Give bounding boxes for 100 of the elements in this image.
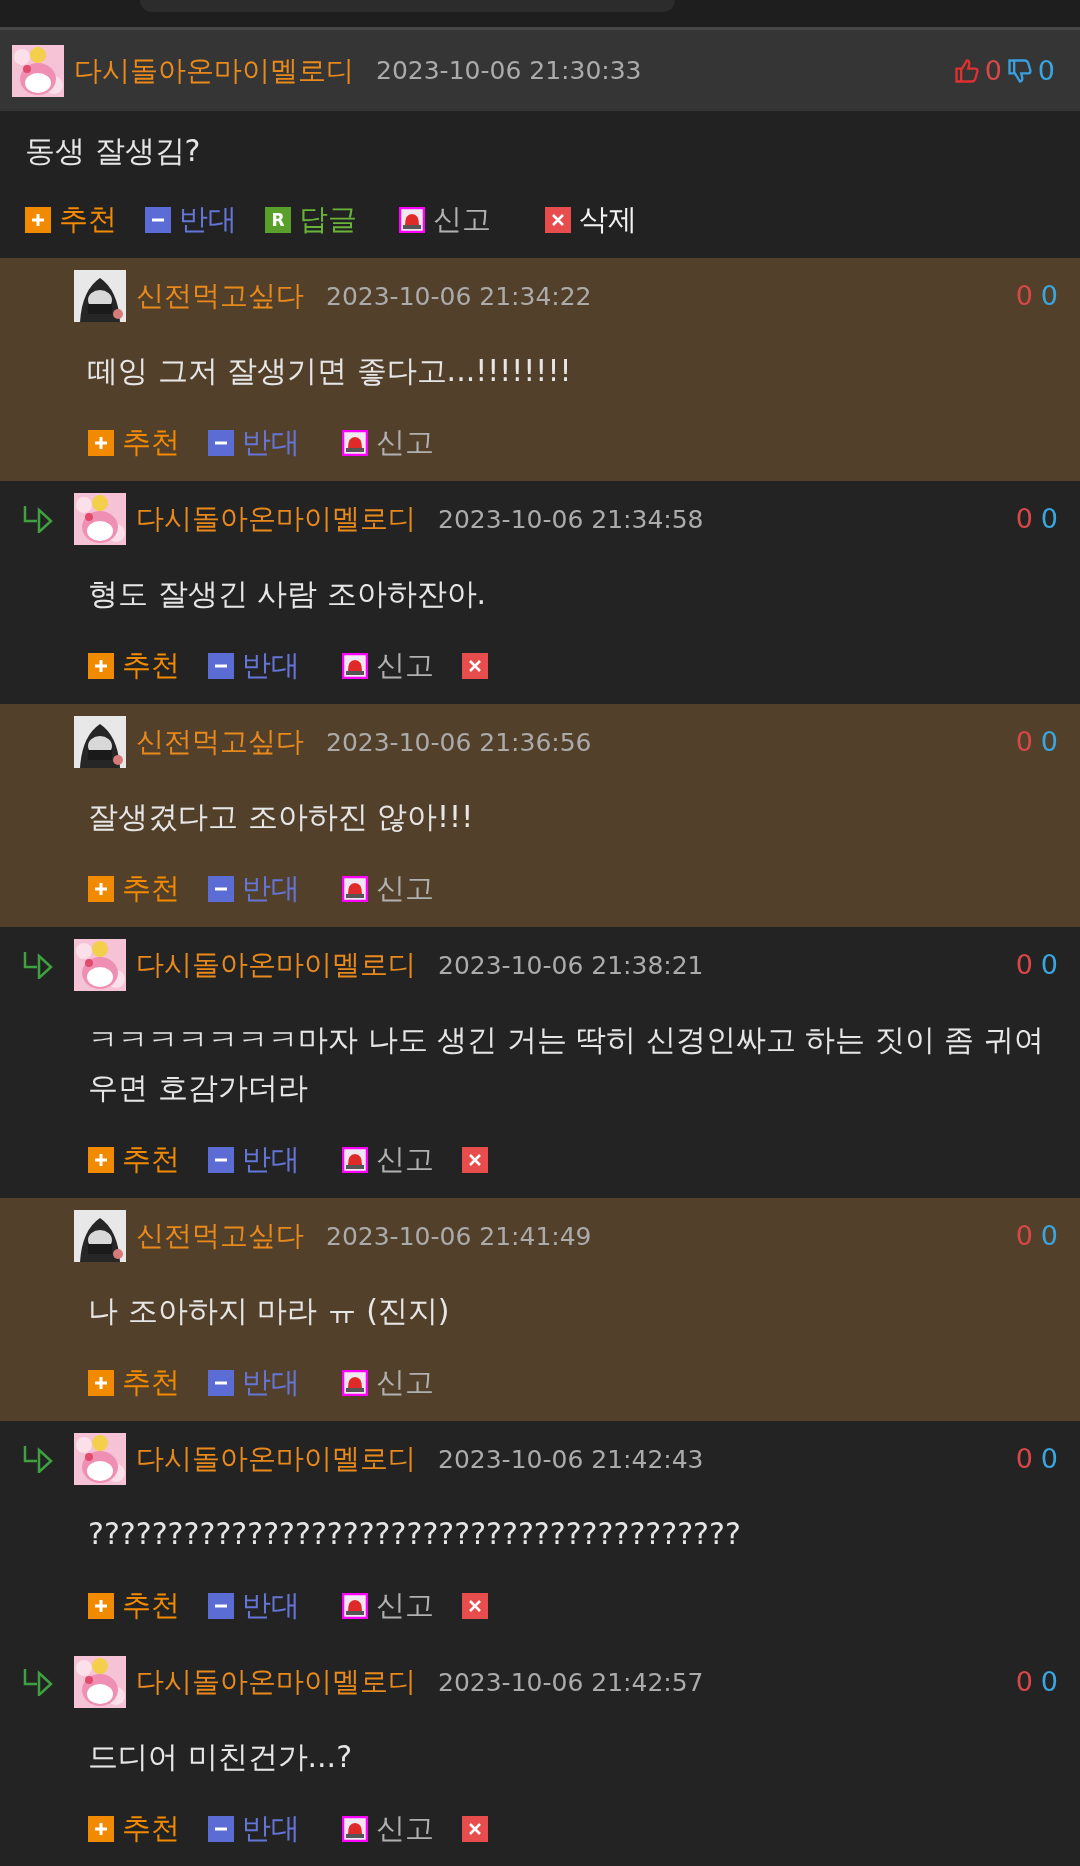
post-text: 동생 잘생김? <box>25 132 202 170</box>
close-icon <box>462 1816 488 1842</box>
oppose-button[interactable]: 반대 <box>208 1140 300 1180</box>
reply-icon: R <box>265 207 291 233</box>
author-name: 신전먹고싶다 <box>136 724 304 760</box>
plus-icon <box>88 876 114 902</box>
like-count: 0 <box>1015 1666 1033 1697</box>
recommend-button[interactable]: 추천 <box>88 869 180 909</box>
recommend-button[interactable]: 추천 <box>88 423 180 463</box>
siren-icon <box>342 1370 368 1396</box>
author-name: 다시돌아온마이멜로디 <box>136 1664 416 1700</box>
siren-icon <box>342 653 368 679</box>
plus-icon <box>88 653 114 679</box>
report-button[interactable]: 신고 <box>342 1140 434 1180</box>
comment-date: 2023-10-06 21:34:58 <box>438 504 704 534</box>
oppose-button[interactable]: 반대 <box>208 423 300 463</box>
delete-button[interactable] <box>462 1816 488 1842</box>
dislike-count: 0 <box>1040 949 1058 980</box>
dislike-count: 0 <box>1040 503 1058 534</box>
close-icon <box>462 1593 488 1619</box>
plus-icon <box>88 430 114 456</box>
comment-date: 2023-10-06 21:36:56 <box>326 727 592 757</box>
recommend-button[interactable]: 추천 <box>25 200 117 240</box>
comment-text: 형도 잘생긴 사람 조아하잔아. <box>88 575 488 613</box>
post-date: 2023-10-06 21:30:33 <box>376 56 642 85</box>
recommend-button[interactable]: 추천 <box>88 1586 180 1626</box>
like-count: 0 <box>1015 949 1033 980</box>
delete-button[interactable]: 삭제 <box>545 200 637 240</box>
oppose-button[interactable]: 반대 <box>208 646 300 686</box>
siren-icon <box>342 876 368 902</box>
close-icon <box>462 653 488 679</box>
comment-text: ㅋㅋㅋㅋㅋㅋㅋ마자 나도 생긴 거는 딱히 신경인싸고 하는 짓이 좀 귀여우면 호감가더라 <box>88 1021 1045 1107</box>
report-button[interactable]: 신고 <box>342 1586 434 1626</box>
author-name: 다시돌아온마이멜로디 <box>136 947 416 983</box>
oppose-button[interactable]: 반대 <box>208 1809 300 1849</box>
minus-icon <box>208 1370 234 1396</box>
like-count: 0 <box>984 55 1002 86</box>
reply-button[interactable]: R 답글 <box>265 200 357 240</box>
author-name: 신전먹고싶다 <box>136 1218 304 1254</box>
like-count: 0 <box>1015 1220 1033 1251</box>
author-name: 다시돌아온마이멜로디 <box>136 1441 416 1477</box>
comment-date: 2023-10-06 21:42:43 <box>438 1444 704 1474</box>
plus-icon <box>88 1593 114 1619</box>
minus-icon <box>208 653 234 679</box>
comment-date: 2023-10-06 21:34:22 <box>326 281 592 311</box>
dislike-count: 0 <box>1037 55 1055 86</box>
dislike-count: 0 <box>1040 726 1058 757</box>
oppose-button[interactable]: 반대 <box>208 1586 300 1626</box>
author-name: 다시돌아온마이멜로디 <box>136 501 416 537</box>
minus-icon <box>208 876 234 902</box>
minus-icon <box>145 207 171 233</box>
minus-icon <box>208 1147 234 1173</box>
recommend-button[interactable]: 추천 <box>88 646 180 686</box>
oppose-button[interactable]: 반대 <box>208 1363 300 1403</box>
minus-icon <box>208 430 234 456</box>
recommend-button[interactable]: 추천 <box>88 1809 180 1849</box>
dislike-count: 0 <box>1040 1220 1058 1251</box>
comment-date: 2023-10-06 21:38:21 <box>438 950 704 980</box>
thumbs-down-icon[interactable] <box>1005 56 1034 85</box>
siren-icon <box>342 430 368 456</box>
plus-icon <box>88 1147 114 1173</box>
close-icon <box>545 207 571 233</box>
siren-icon <box>399 207 425 233</box>
delete-button[interactable] <box>462 1147 488 1173</box>
comment-text: ????????????????????????????????????????? <box>88 1515 742 1553</box>
comment-date: 2023-10-06 21:41:49 <box>326 1221 592 1251</box>
report-button[interactable]: 신고 <box>342 423 434 463</box>
report-button[interactable]: 신고 <box>342 1363 434 1403</box>
like-count: 0 <box>1015 503 1033 534</box>
author-name: 다시돌아온마이멜로디 <box>74 52 354 89</box>
report-button[interactable]: 신고 <box>342 1809 434 1849</box>
delete-button[interactable] <box>462 653 488 679</box>
author-name: 신전먹고싶다 <box>136 278 304 314</box>
minus-icon <box>208 1816 234 1842</box>
like-count: 0 <box>1015 726 1033 757</box>
like-count: 0 <box>1015 1443 1033 1474</box>
thumbs-up-icon[interactable] <box>952 56 981 85</box>
recommend-button[interactable]: 추천 <box>88 1363 180 1403</box>
comment-text: 잘생겼다고 조아하진 않아!!! <box>88 798 475 836</box>
delete-button[interactable] <box>462 1593 488 1619</box>
plus-icon <box>25 207 51 233</box>
report-button[interactable]: 신고 <box>342 869 434 909</box>
comment-date: 2023-10-06 21:42:57 <box>438 1667 704 1697</box>
report-button[interactable]: 신고 <box>399 200 491 240</box>
oppose-button[interactable]: 반대 <box>208 869 300 909</box>
plus-icon <box>88 1816 114 1842</box>
minus-icon <box>208 1593 234 1619</box>
close-icon <box>462 1147 488 1173</box>
comment-text: 드디어 미친건가...? <box>88 1738 354 1776</box>
siren-icon <box>342 1147 368 1173</box>
recommend-button[interactable]: 추천 <box>88 1140 180 1180</box>
report-button[interactable]: 신고 <box>342 646 434 686</box>
siren-icon <box>342 1593 368 1619</box>
comment-text: 나 조아하지 마라 ㅠ (진지) <box>88 1292 451 1330</box>
oppose-button[interactable]: 반대 <box>145 200 237 240</box>
like-count: 0 <box>1015 280 1033 311</box>
comment-text: 떼잉 그저 잘생기면 좋다고...!!!!!!!! <box>88 352 573 390</box>
plus-icon <box>88 1370 114 1396</box>
dislike-count: 0 <box>1040 1666 1058 1697</box>
dislike-count: 0 <box>1040 1443 1058 1474</box>
